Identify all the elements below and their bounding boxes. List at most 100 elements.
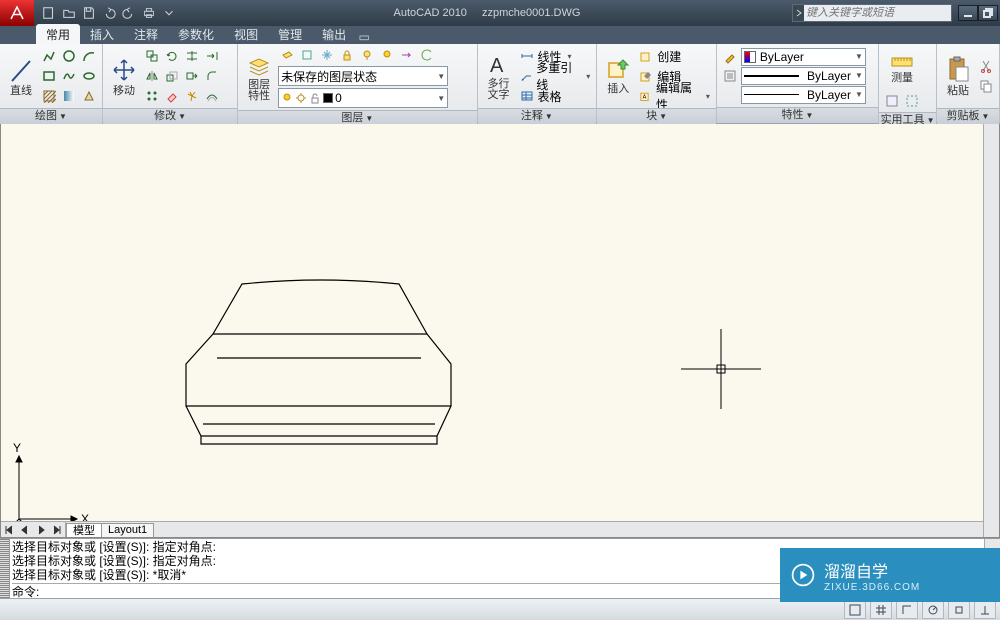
status-grid-icon[interactable] [870,601,892,619]
current-layer-combo[interactable]: 0 ▼ [278,88,448,108]
hatch-icon[interactable] [40,87,58,105]
tab-next-icon[interactable] [34,523,48,537]
scale-icon[interactable] [163,67,181,85]
rotate-icon[interactable] [163,47,181,65]
tab-parametric[interactable]: 参数化 [168,24,224,44]
command-grip[interactable] [0,539,10,598]
layer-freeze-icon[interactable] [318,46,336,64]
layer-on-icon[interactable] [378,46,396,64]
fillet-icon[interactable] [203,67,221,85]
watermark-url: ZIXUE.3D66.COM [824,582,920,593]
explode-icon[interactable] [183,87,201,105]
search-expand-icon[interactable] [793,5,804,21]
create-block-button[interactable]: 创建 [637,47,712,65]
tab-insert[interactable]: 插入 [80,24,124,44]
restore-button[interactable] [978,5,998,21]
save-icon[interactable] [80,4,98,22]
list-props-icon[interactable] [721,67,739,85]
line-button[interactable]: 直线 [4,46,38,106]
arc-icon[interactable] [80,47,98,65]
table-button[interactable]: 表格 [518,87,593,105]
polyline-icon[interactable] [40,47,58,65]
drawing-canvas[interactable]: X Y 模型 Layout1 [0,124,1000,538]
status-osnap-icon[interactable] [948,601,970,619]
tab-view[interactable]: 视图 [224,24,268,44]
title-bar: AutoCAD 2010 zzpmche0001.DWG [0,0,1000,26]
status-snap-icon[interactable] [844,601,866,619]
trim-icon[interactable] [183,47,201,65]
tab-home[interactable]: 常用 [36,24,80,44]
mleader-button[interactable]: 多重引线▾ [518,67,593,85]
region-icon[interactable] [80,87,98,105]
qat-dropdown-icon[interactable] [160,4,178,22]
layer-match-icon[interactable] [398,46,416,64]
match-props-icon[interactable] [721,48,739,66]
move-button[interactable]: 移动 [107,46,141,106]
sun-icon [295,92,307,104]
copy-clip-icon[interactable] [977,77,995,95]
layout-tab-bar: 模型 Layout1 [1,521,983,537]
layer-prev-icon[interactable] [418,46,436,64]
title-text: AutoCAD 2010 zzpmche0001.DWG [182,7,792,19]
offset-icon[interactable] [203,87,221,105]
layer-off-icon[interactable] [358,46,376,64]
linetype-combo[interactable]: ByLayer▼ [741,86,866,104]
edit-attr-button[interactable]: A编辑属性▾ [637,87,712,105]
tab-prev-icon[interactable] [18,523,32,537]
array-icon[interactable] [143,87,161,105]
layout-tab-layout1[interactable]: Layout1 [101,523,154,537]
panel-utilities: 测量 实用工具▼ [879,44,937,123]
status-polar-icon[interactable] [922,601,944,619]
extend-icon[interactable] [203,47,221,65]
panel-draw: 直线 绘图▼ [0,44,103,123]
gradient-icon[interactable] [60,87,78,105]
paste-button[interactable]: 粘贴 [941,46,975,106]
status-ortho-icon[interactable] [896,601,918,619]
tab-annotate[interactable]: 注释 [124,24,168,44]
ellipse-icon[interactable] [80,67,98,85]
mirror-icon[interactable] [143,67,161,85]
new-icon[interactable] [40,4,58,22]
stretch-icon[interactable] [183,67,201,85]
layer-properties-button[interactable]: 图层特性 [242,47,276,107]
search-input[interactable] [804,7,951,19]
file-name: zzpmche0001.DWG [482,7,580,19]
tab-first-icon[interactable] [2,523,16,537]
layer-iso-icon[interactable] [298,46,316,64]
tab-extra-icon[interactable]: ▭ [356,30,372,44]
circle-icon[interactable] [60,47,78,65]
copy-icon[interactable] [143,47,161,65]
panel-properties: ByLayer▼ ByLayer▼ ByLayer▼ 特性▼ [717,44,879,123]
insert-block-button[interactable]: 插入 [601,46,635,106]
erase-icon[interactable] [163,87,181,105]
vertical-scrollbar[interactable] [983,124,999,537]
quickcalc-icon[interactable] [883,92,901,110]
select-icon[interactable] [903,92,921,110]
window-controls [958,5,998,21]
print-icon[interactable] [140,4,158,22]
tab-output[interactable]: 输出 [312,24,356,44]
status-dyn-icon[interactable] [974,601,996,619]
infocenter-search[interactable] [792,4,952,22]
rectangle-icon[interactable] [40,67,58,85]
spline-icon[interactable] [60,67,78,85]
minimize-button[interactable] [958,5,978,21]
panel-layer: 图层特性 未保存的图层状态 ▼ [238,44,477,123]
measure-button[interactable]: 测量 [883,46,921,90]
color-combo[interactable]: ByLayer▼ [741,48,866,66]
layer-lock-icon[interactable] [338,46,356,64]
play-icon [790,562,816,588]
layout-tab-model[interactable]: 模型 [66,523,102,537]
layer-state-icon[interactable] [278,46,296,64]
mtext-button[interactable]: A 多行文字 [482,46,516,106]
layer-state-combo[interactable]: 未保存的图层状态 ▼ [278,66,448,86]
chevron-down-icon: ▼ [437,72,445,81]
redo-icon[interactable] [120,4,138,22]
lineweight-combo[interactable]: ByLayer▼ [741,67,866,85]
open-icon[interactable] [60,4,78,22]
tab-last-icon[interactable] [50,523,64,537]
tab-manage[interactable]: 管理 [268,24,312,44]
undo-icon[interactable] [100,4,118,22]
cut-icon[interactable] [977,57,995,75]
app-menu-button[interactable] [0,0,34,26]
